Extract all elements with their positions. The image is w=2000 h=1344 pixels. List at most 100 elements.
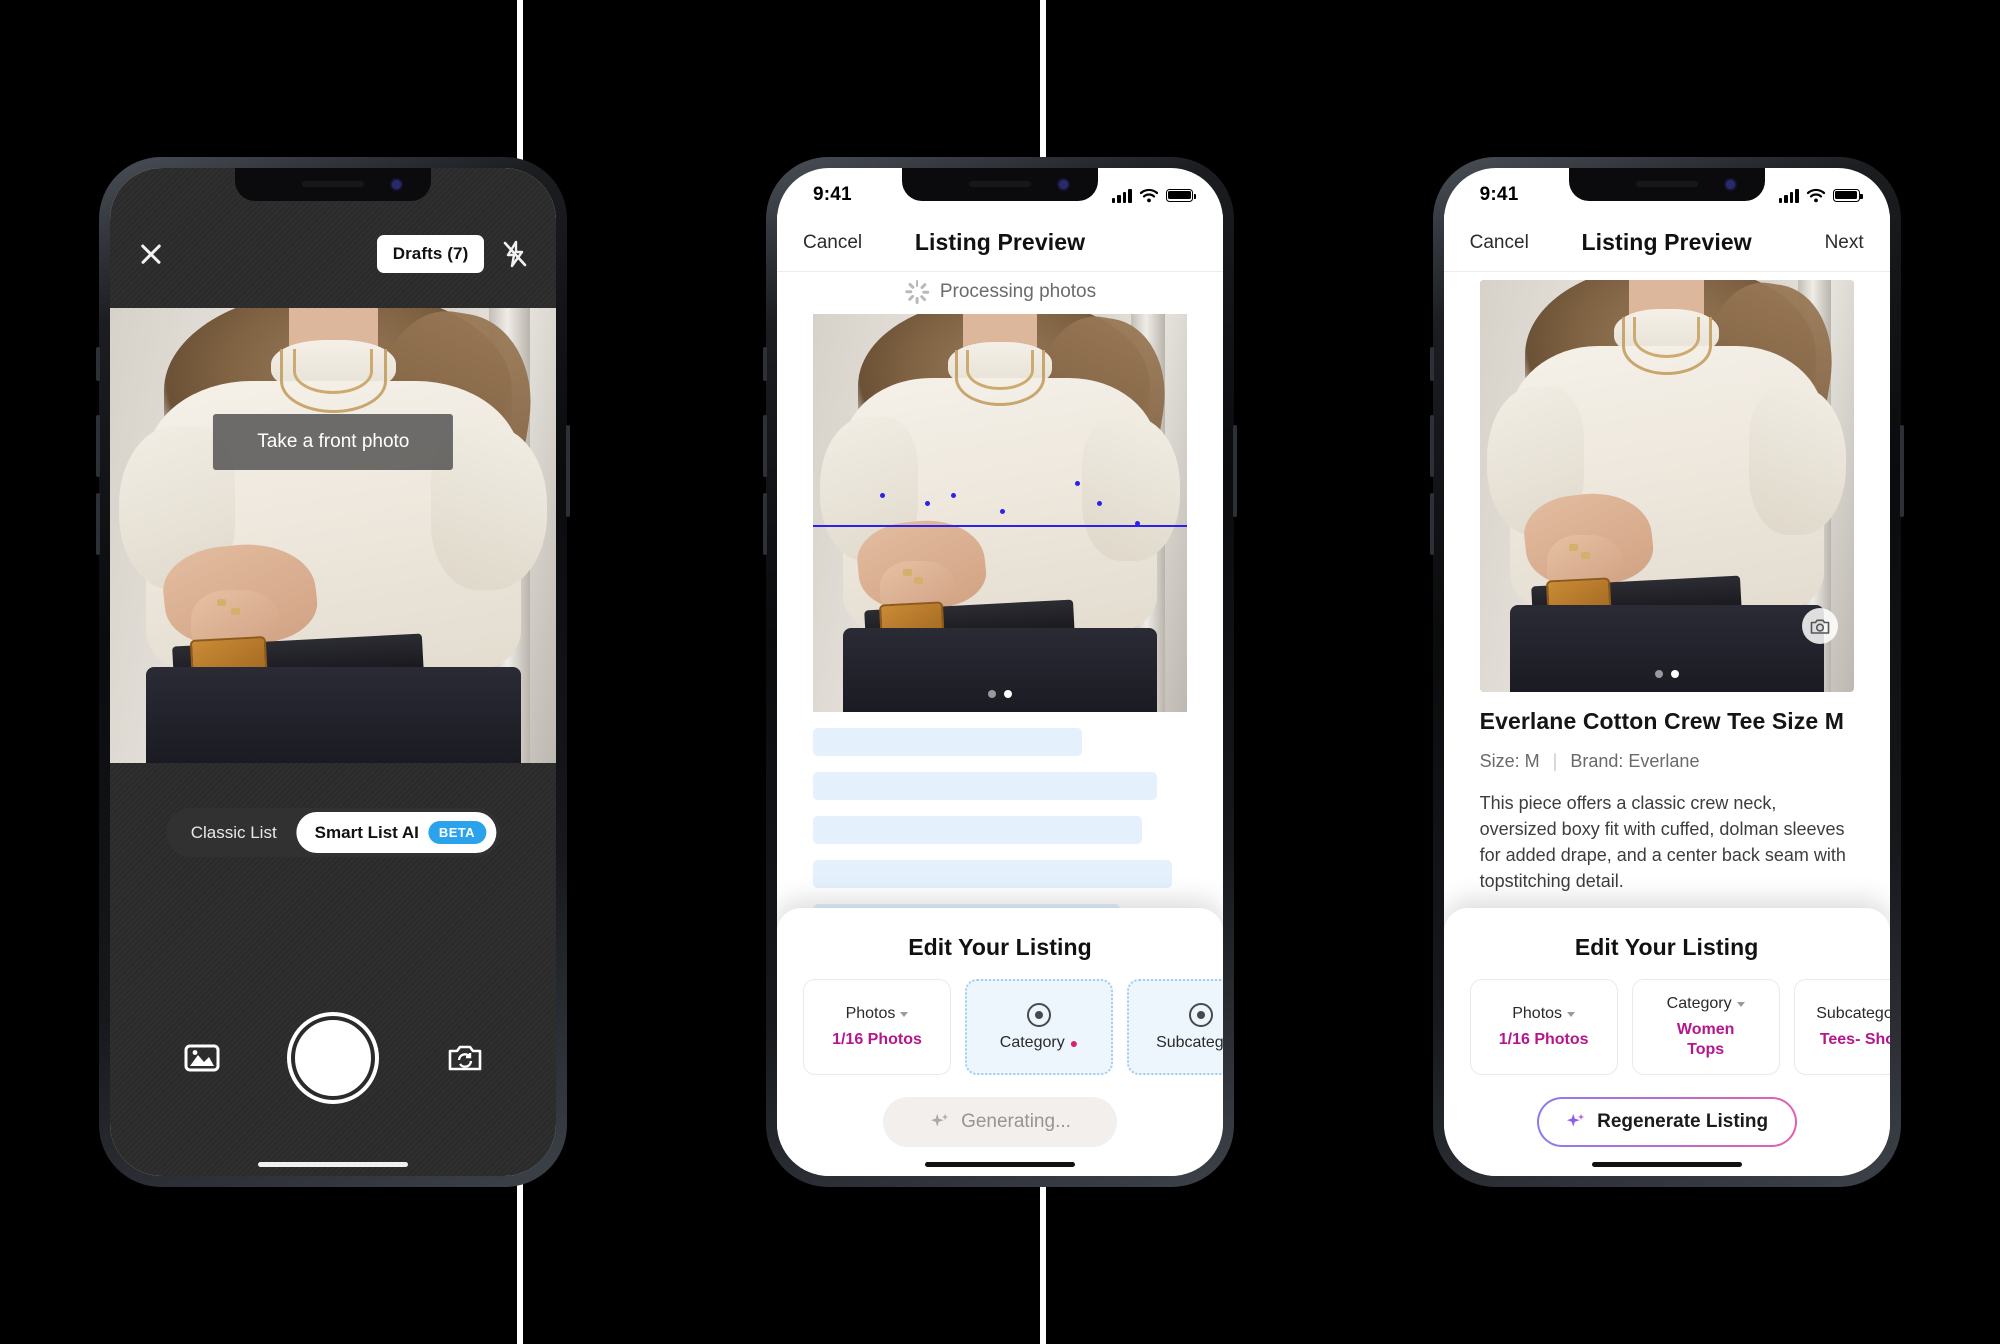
close-icon[interactable]: [138, 241, 164, 267]
camera-top-right-group: Drafts (7): [376, 235, 529, 273]
cancel-button[interactable]: Cancel: [1470, 232, 1532, 254]
chip-photos-label: Photos: [1512, 1004, 1563, 1022]
chip-category-value: Women Tops: [1676, 1020, 1735, 1058]
chip-category-label-row: Category ●: [1000, 1034, 1078, 1052]
camera-controls: [110, 1016, 556, 1100]
chip-subcategory[interactable]: Subcategory: [1126, 979, 1223, 1075]
carousel-dot[interactable]: [987, 690, 996, 698]
phone-3-result: 9:41 Cancel Listing Preview Next Everlan…: [1429, 157, 1904, 1187]
phone-1-camera: Drafts (7) Take a front photo Classic Li…: [96, 157, 571, 1187]
processing-status: Processing photos: [777, 280, 1223, 304]
earpiece-speaker: [302, 181, 365, 187]
notch: [1568, 168, 1765, 201]
chip-photos[interactable]: Photos 1/16 Photos: [802, 979, 951, 1075]
chevron-down-icon: [900, 1012, 909, 1017]
camera-flip-icon[interactable]: [447, 1042, 483, 1074]
camera-viewfinder[interactable]: [110, 308, 557, 763]
home-indicator: [1591, 1162, 1742, 1167]
page-title: Listing Preview: [1581, 229, 1752, 255]
volume-down-button: [1429, 493, 1434, 555]
camera-icon[interactable]: [1801, 608, 1838, 644]
power-button: [566, 425, 571, 517]
sheet-title: Edit Your Listing: [1574, 934, 1759, 960]
shutter-button[interactable]: [291, 1016, 376, 1100]
mode-smart-list-ai-label: Smart List AI: [314, 822, 419, 842]
power-button: [1232, 425, 1237, 517]
chevron-down-icon: [1567, 1012, 1576, 1017]
status-indicators: [1111, 188, 1196, 203]
carousel-dot[interactable]: [1654, 670, 1663, 678]
loading-spinner-icon: [904, 280, 930, 304]
processing-label: Processing photos: [939, 281, 1097, 302]
skeleton-line: [812, 772, 1158, 800]
notch: [901, 168, 1098, 201]
nav-bar: Cancel Listing Preview Next: [1443, 214, 1890, 272]
phone-1-screen: Drafts (7) Take a front photo Classic Li…: [110, 168, 557, 1176]
notch: [235, 168, 432, 201]
ai-scan-line: [812, 524, 1187, 527]
page-title: Listing Preview: [914, 229, 1086, 255]
chip-subcategory-label-row: Subcategory: [1816, 1005, 1889, 1023]
skeleton-line: [812, 816, 1143, 844]
home-indicator: [258, 1162, 409, 1167]
listing-photo: [1479, 280, 1854, 692]
mute-switch: [1429, 347, 1434, 381]
chip-category-label: Category: [1666, 994, 1732, 1012]
chip-photos-label-row: Photos: [846, 1005, 909, 1023]
volume-up-button: [96, 415, 101, 477]
attribute-chip-row[interactable]: Photos 1/16 Photos Category ● Subcateg: [777, 979, 1223, 1075]
beta-badge: BETA: [427, 821, 486, 844]
chip-category[interactable]: Category Women Tops: [1631, 979, 1780, 1075]
viewfinder-subject-photo: [110, 308, 557, 763]
flash-off-icon[interactable]: [502, 240, 528, 268]
phone-2-processing: 9:41 Cancel Listing Preview Processing p…: [762, 157, 1237, 1187]
chip-category[interactable]: Category ●: [964, 979, 1113, 1075]
chip-photos[interactable]: Photos 1/16 Photos: [1469, 979, 1618, 1075]
front-camera-lens: [1725, 180, 1735, 189]
sparkle-icon: [930, 1113, 949, 1127]
status-time: 9:41: [1479, 184, 1519, 205]
mode-classic-list[interactable]: Classic List: [171, 814, 297, 852]
edit-listing-sheet: Edit Your Listing Photos 1/16 Photos Cat…: [776, 908, 1223, 1176]
chip-photos-label: Photos: [845, 1004, 896, 1022]
carousel-dot-active[interactable]: [1003, 690, 1012, 698]
skeleton-line: [812, 860, 1173, 888]
home-indicator: [924, 1162, 1075, 1167]
volume-down-button: [762, 493, 767, 555]
chip-category-label-row: Category: [1667, 995, 1745, 1013]
target-icon: [1026, 1002, 1051, 1027]
chip-subcategory-value: Tees- Short..: [1819, 1030, 1890, 1048]
next-button[interactable]: Next: [1802, 232, 1864, 254]
regenerate-listing-button[interactable]: Regenerate Listing: [1537, 1097, 1797, 1147]
chip-photos-label-row: Photos: [1512, 1004, 1576, 1023]
chip-subcategory[interactable]: Subcategory Tees- Short..: [1793, 979, 1890, 1075]
mode-smart-list-ai[interactable]: Smart List AI BETA: [296, 812, 496, 853]
chevron-down-icon: [1736, 1002, 1745, 1007]
carousel-dots[interactable]: [987, 690, 1012, 698]
ai-scan-point: [1074, 481, 1080, 487]
target-icon: [1188, 1002, 1213, 1027]
ai-scan-point: [999, 509, 1005, 515]
chip-subcategory-label: Subcategory: [1156, 1033, 1223, 1051]
earpiece-speaker: [1635, 181, 1698, 187]
volume-up-button: [1429, 415, 1434, 477]
cellular-signal-icon: [1111, 188, 1132, 203]
drafts-button[interactable]: Drafts (7): [376, 235, 485, 273]
carousel-dot-active[interactable]: [1670, 670, 1679, 678]
required-asterisk: ●: [1069, 1034, 1079, 1051]
chip-category-label: Category: [999, 1033, 1065, 1051]
listing-photo-carousel[interactable]: [812, 314, 1187, 712]
attribute-chip-row[interactable]: Photos 1/16 Photos Category Women Tops S…: [1444, 979, 1890, 1075]
sheet-title: Edit Your Listing: [908, 934, 1092, 960]
cancel-button[interactable]: Cancel: [803, 232, 865, 254]
listing-photo-carousel[interactable]: [1479, 280, 1854, 692]
generating-button: Generating...: [882, 1097, 1117, 1147]
carousel-dots[interactable]: [1654, 670, 1679, 678]
front-camera-lens: [392, 180, 402, 189]
gallery-icon[interactable]: [184, 1042, 220, 1074]
volume-up-button: [762, 415, 767, 477]
battery-icon: [1165, 188, 1196, 202]
status-time: 9:41: [812, 184, 852, 205]
product-size: Size: M: [1479, 751, 1540, 771]
battery-icon: [1832, 188, 1863, 202]
